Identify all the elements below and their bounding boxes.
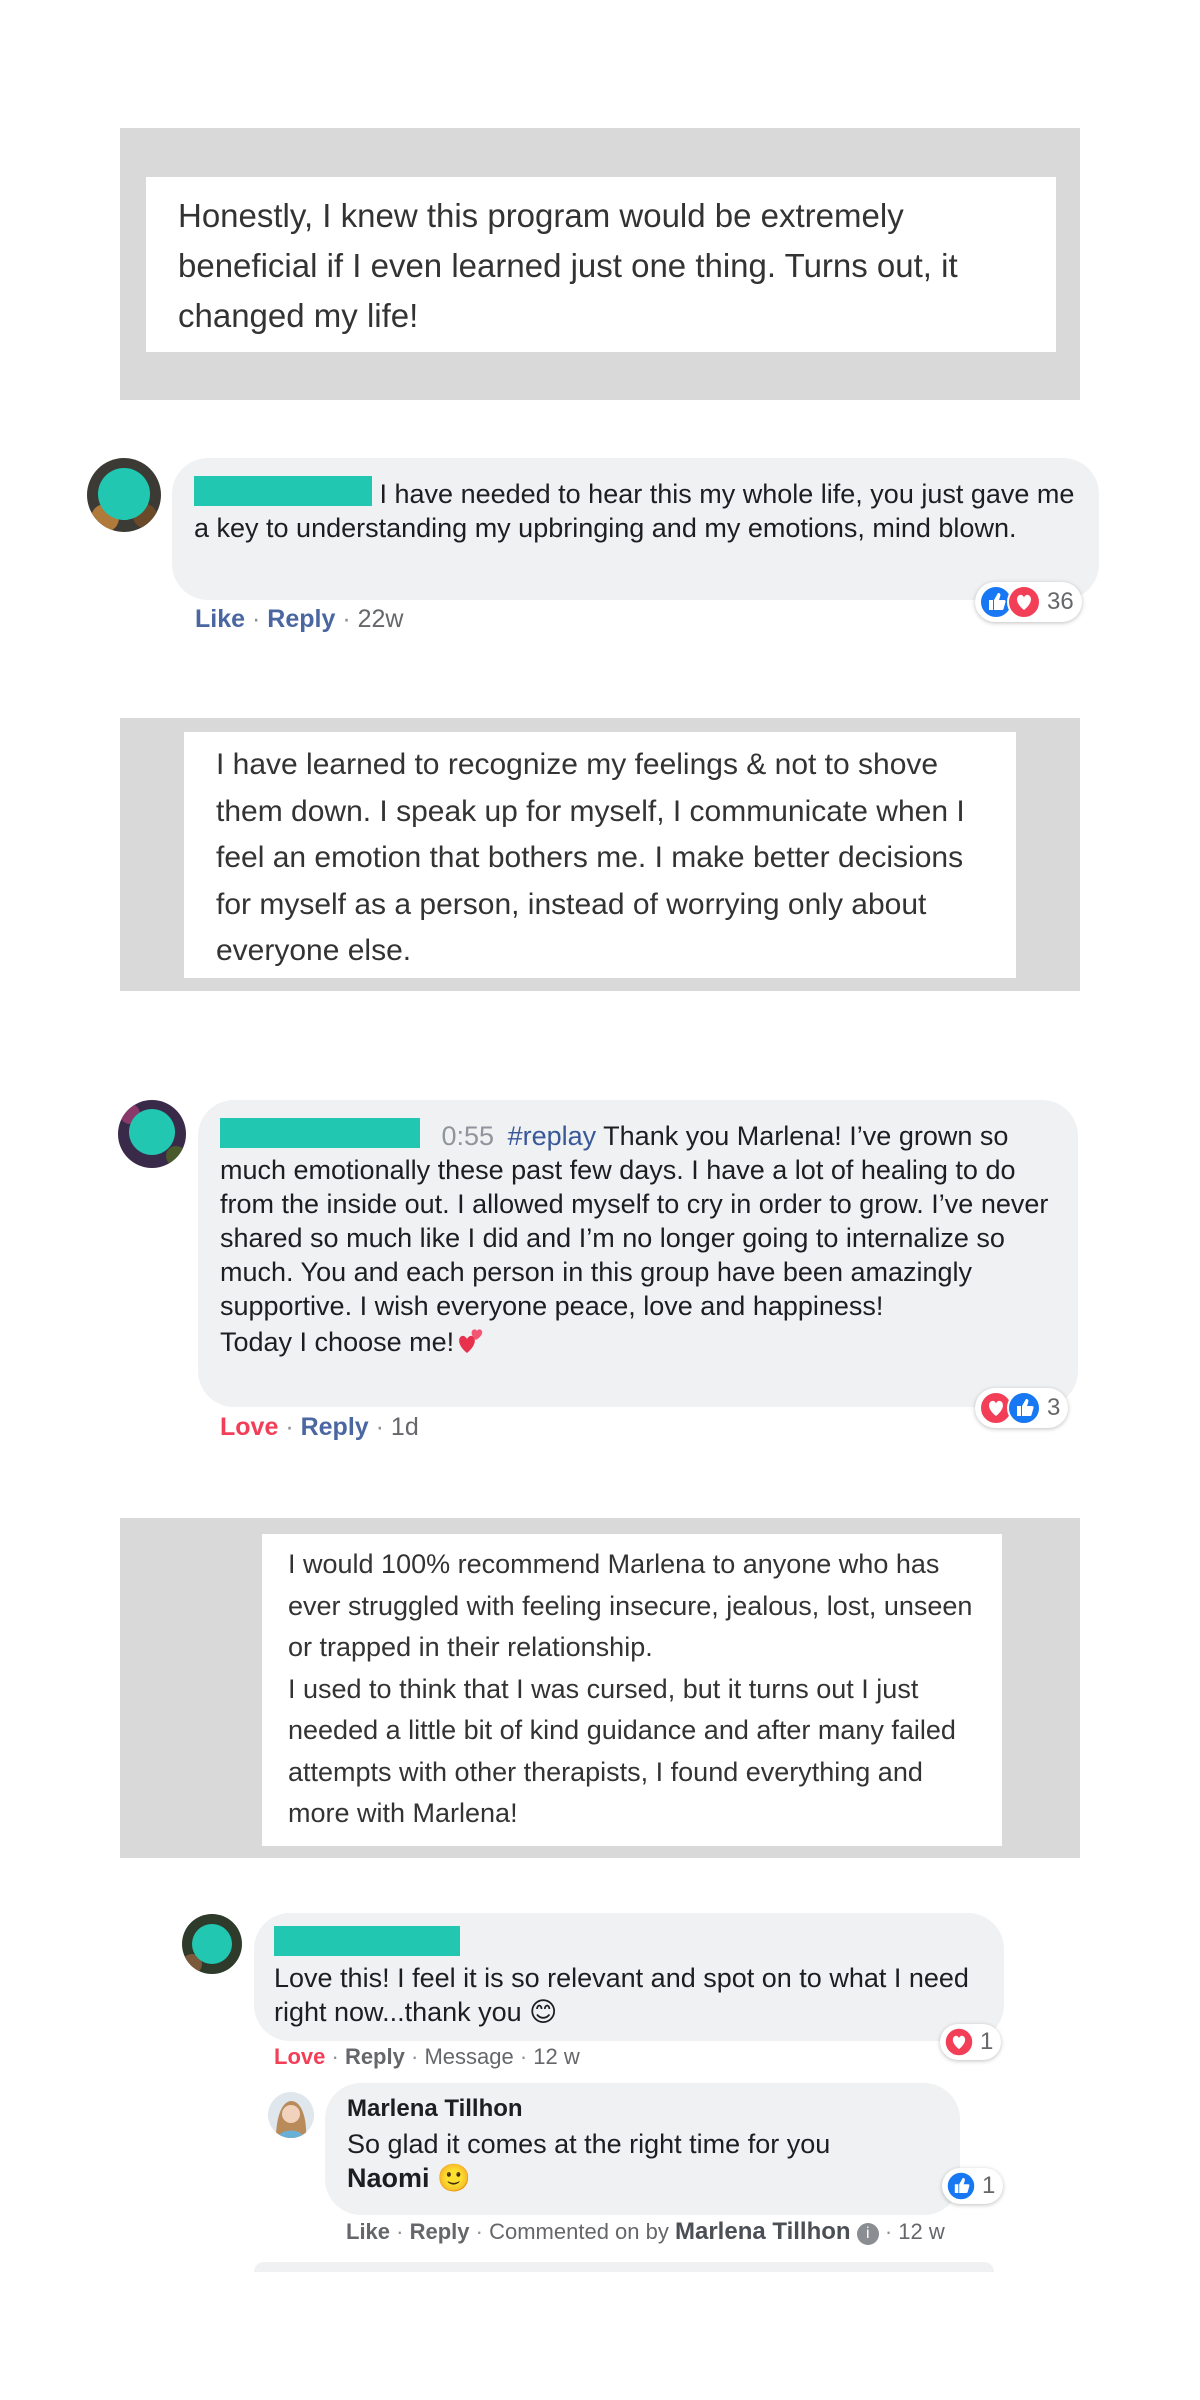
- reply-author[interactable]: Marlena Tillhon: [347, 2095, 523, 2123]
- redacted-name: [194, 476, 372, 506]
- testimonial-paragraph: I used to think that I was cursed, but i…: [288, 1673, 956, 1829]
- reaction-summary[interactable]: 1: [942, 2168, 1004, 2204]
- info-icon[interactable]: i: [856, 2223, 879, 2245]
- like-icon: [946, 2171, 976, 2201]
- avatar[interactable]: [87, 458, 161, 532]
- comment-actions: Like · Reply · 22w: [195, 605, 404, 633]
- reaction-summary[interactable]: 3: [975, 1388, 1069, 1428]
- testimonial-card: Honestly, I knew this program would be e…: [120, 128, 1080, 400]
- like-link[interactable]: Like: [346, 2219, 390, 2244]
- reply-actions: Like · Reply · Commented on by Marlena T…: [346, 2218, 945, 2245]
- reaction-summary[interactable]: 36: [975, 582, 1082, 622]
- testimonial-text: Honestly, I knew this program would be e…: [178, 197, 958, 334]
- comment-time[interactable]: 1d: [391, 1413, 419, 1441]
- love-link[interactable]: Love: [220, 1413, 278, 1441]
- reply-link[interactable]: Reply: [410, 2219, 470, 2244]
- like-icon: [1007, 1391, 1041, 1425]
- love-icon: [1007, 585, 1041, 619]
- comment-bubble: I have needed to hear this my whole life…: [172, 458, 1099, 600]
- comment-bubble: 0:55 #replay Thank you Marlena! I’ve gro…: [198, 1100, 1078, 1407]
- comment-actions: Love · Reply · 1d: [220, 1413, 419, 1441]
- hashtag-link[interactable]: #replay: [508, 1121, 597, 1151]
- comment-text: Love this! I feel it is so relevant and …: [274, 1926, 984, 2029]
- reply-link[interactable]: Reply: [267, 605, 335, 633]
- testimonial-card: I have learned to recognize my feelings …: [120, 718, 1080, 991]
- love-link[interactable]: Love: [274, 2044, 325, 2069]
- avatar[interactable]: [268, 2092, 314, 2138]
- testimonial-box: Honestly, I knew this program would be e…: [146, 177, 1056, 352]
- commenter-name[interactable]: Marlena Tillhon: [675, 2218, 851, 2245]
- comment-bubble: Love this! I feel it is so relevant and …: [254, 1913, 1004, 2041]
- testimonial-card: I would 100% recommend Marlena to anyone…: [120, 1518, 1080, 1858]
- mention-link[interactable]: Naomi: [347, 2163, 430, 2193]
- comment-text: 0:55 #replay Thank you Marlena! I’ve gro…: [220, 1118, 1065, 1359]
- avatar[interactable]: [182, 1914, 242, 1974]
- reaction-count: 1: [980, 2028, 994, 2055]
- comment-time[interactable]: 12 w: [533, 2044, 579, 2069]
- reaction-count: 3: [1047, 1394, 1061, 1421]
- testimonial-box: I have learned to recognize my feelings …: [184, 732, 1016, 978]
- message-link[interactable]: Message: [424, 2044, 513, 2069]
- love-icon: [944, 2027, 974, 2057]
- reaction-summary[interactable]: 1: [940, 2024, 1002, 2060]
- comment-text: I have needed to hear this my whole life…: [194, 476, 1084, 545]
- reply-link[interactable]: Reply: [345, 2044, 405, 2069]
- heart-emoji: [459, 1329, 483, 1353]
- next-comment-preview: [254, 2262, 994, 2272]
- testimonial-paragraph: I would 100% recommend Marlena to anyone…: [288, 1549, 973, 1662]
- reply-link[interactable]: Reply: [301, 1413, 369, 1441]
- like-link[interactable]: Like: [195, 605, 245, 633]
- comment-time[interactable]: 22w: [358, 605, 404, 633]
- reaction-count: 36: [1047, 588, 1074, 615]
- avatar[interactable]: [118, 1100, 186, 1168]
- testimonial-box: I would 100% recommend Marlena to anyone…: [262, 1534, 1002, 1846]
- redacted-name: [220, 1118, 420, 1148]
- video-timestamp[interactable]: 0:55: [442, 1121, 495, 1151]
- comment-time[interactable]: 12 w: [898, 2219, 944, 2244]
- redacted-name: [274, 1926, 460, 1956]
- reply-bubble: Marlena Tillhon So glad it comes at the …: [325, 2083, 960, 2215]
- testimonial-text: I would 100% recommend Marlena to anyone…: [288, 1544, 978, 1835]
- reaction-count: 1: [982, 2172, 996, 2199]
- testimonial-text: I have learned to recognize my feelings …: [216, 748, 965, 967]
- reply-text: So glad it comes at the right time for y…: [347, 2129, 831, 2193]
- comment-actions: Love · Reply · Message · 12 w: [274, 2044, 580, 2069]
